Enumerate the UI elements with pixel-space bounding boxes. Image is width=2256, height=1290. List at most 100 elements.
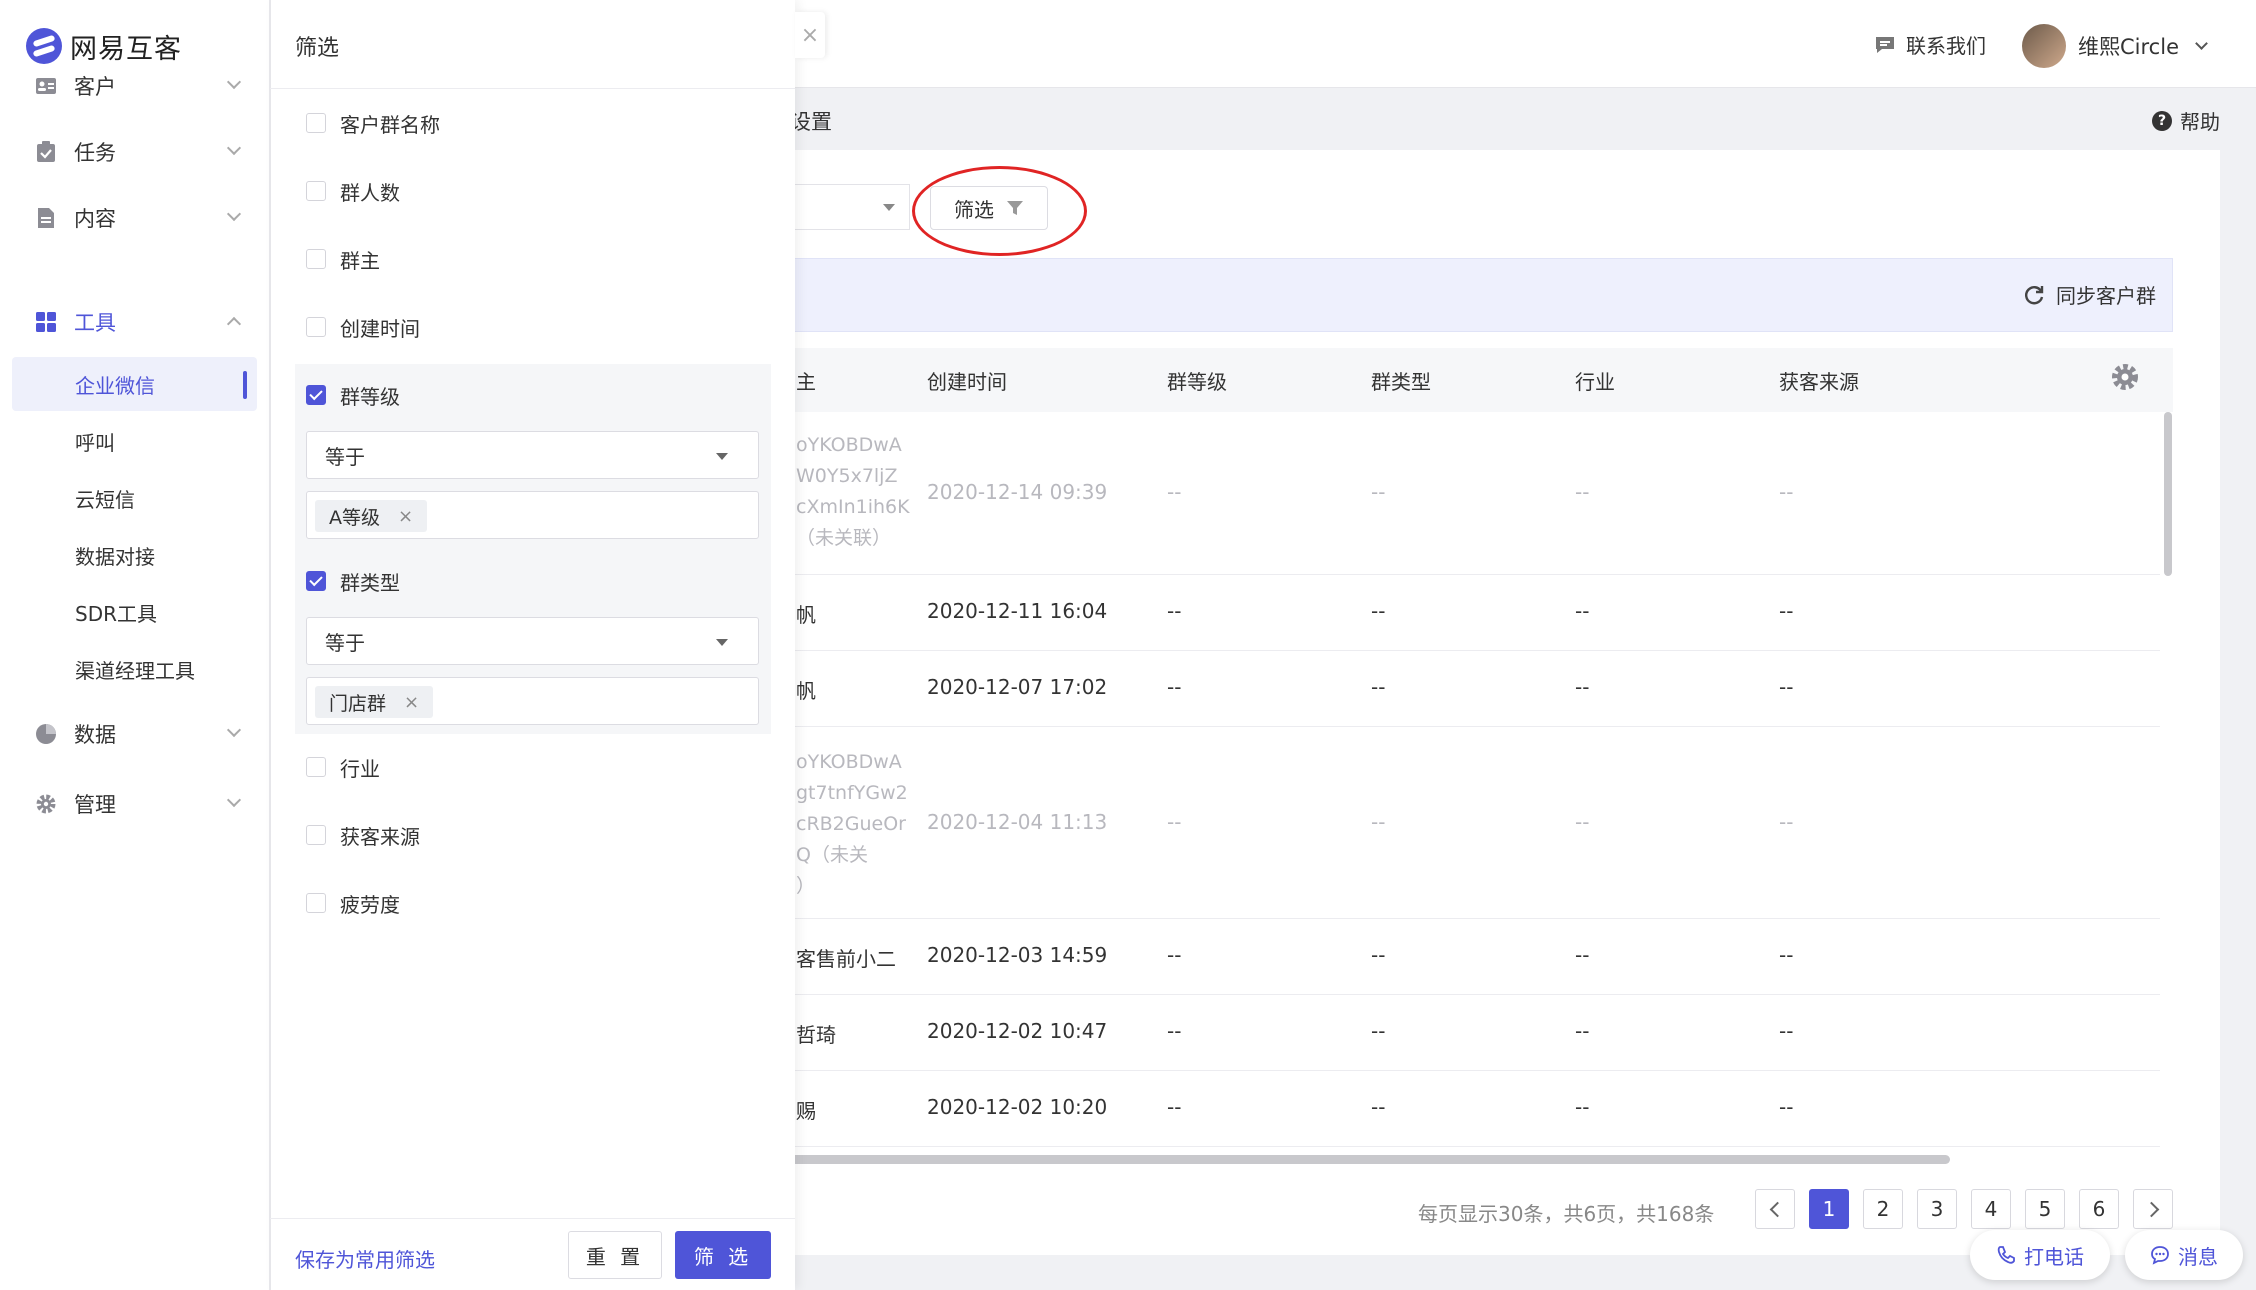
page-button-1[interactable]: 1 [1809, 1189, 1849, 1229]
user-menu[interactable]: 维熙Circle [2022, 24, 2208, 68]
close-drawer-button[interactable]: × [795, 12, 825, 58]
level-cell: -- [1167, 810, 1182, 834]
filter-option-source[interactable]: 获客来源 [306, 820, 420, 850]
checkbox[interactable] [306, 113, 326, 133]
help-link[interactable]: ? 帮助 [2152, 106, 2220, 135]
page-button-2[interactable]: 2 [1863, 1189, 1903, 1229]
next-page-button[interactable] [2133, 1189, 2173, 1229]
contact-label: 联系我们 [1906, 34, 1986, 58]
apply-filter-button[interactable]: 筛 选 [675, 1231, 771, 1279]
checkbox[interactable] [306, 181, 326, 201]
owner-cell: 客售前小二 [796, 947, 896, 971]
call-button[interactable]: 打电话 [1970, 1230, 2110, 1280]
filter-option-owner[interactable]: 群主 [306, 244, 380, 274]
type-value-input[interactable]: 门店群 × [306, 677, 759, 725]
sidebar-item-sdr[interactable]: SDR工具 [12, 585, 257, 639]
chevron-down-icon [226, 792, 242, 808]
type-cell: -- [1371, 1019, 1386, 1043]
level-value-input[interactable]: A等级 × [306, 491, 759, 539]
filter-option-industry[interactable]: 行业 [306, 752, 380, 782]
col-industry: 行业 [1575, 370, 1615, 394]
divider [270, 88, 795, 89]
table-row[interactable]: 帆 2020-12-07 17:02 -- -- -- -- [740, 651, 2160, 727]
message-button[interactable]: 消息 [2125, 1230, 2243, 1280]
contact-us-link[interactable]: 联系我们 [1874, 30, 1986, 59]
checkbox[interactable] [306, 825, 326, 845]
nav-item-label: 数据 [74, 723, 116, 747]
nav-item-content[interactable]: 内容 [12, 191, 257, 245]
page-button-3[interactable]: 3 [1917, 1189, 1957, 1229]
checkbox[interactable] [306, 757, 326, 777]
nav-item-manage[interactable]: 管理 [12, 777, 257, 831]
save-filter-link[interactable]: 保存为常用筛选 [295, 1244, 435, 1273]
level-cell: -- [1167, 599, 1182, 623]
table-row[interactable]: 哲琦 2020-12-02 10:47 -- -- -- -- [740, 995, 2160, 1071]
close-icon: × [800, 22, 820, 48]
reset-button[interactable]: 重 置 [568, 1231, 662, 1279]
call-label: 打电话 [2024, 1244, 2084, 1269]
filter-option-label: 获客来源 [340, 824, 420, 849]
pie-chart-icon [34, 722, 58, 746]
source-cell: -- [1779, 599, 1794, 623]
filter-option-group-type[interactable]: 群类型 [306, 566, 400, 596]
col-created[interactable]: 创建时间 [927, 366, 1007, 395]
nav-item-tools[interactable]: 工具 [12, 295, 257, 349]
tag-remove-icon[interactable]: × [404, 692, 419, 713]
filter-option-group-level[interactable]: 群等级 [306, 380, 400, 410]
pagination-info: 每页显示30条，共6页，共168条 [1418, 1202, 1715, 1226]
nav-item-label: 客户 [74, 75, 116, 99]
type-operator-select[interactable]: 等于 [306, 617, 759, 665]
sidebar-item-data-connect[interactable]: 数据对接 [12, 528, 257, 582]
prev-page-button[interactable] [1755, 1189, 1795, 1229]
type-cell: -- [1371, 810, 1386, 834]
industry-cell: -- [1575, 943, 1590, 967]
user-name: 维熙Circle [2078, 35, 2179, 59]
table-row[interactable]: 赐 2020-12-02 10:20 -- -- -- -- [740, 1071, 2160, 1147]
filter-option-group-name[interactable]: 客户群名称 [306, 108, 440, 138]
vertical-scrollbar[interactable] [2164, 412, 2172, 576]
sidebar-item-wecom[interactable]: 企业微信 [12, 357, 257, 411]
table-row[interactable]: oYKOBDwA gt7tnfYGw2 cRB2GueOr Q（未关 ） 202… [740, 727, 2160, 919]
filter-option-fatigue[interactable]: 疲劳度 [306, 888, 400, 918]
table-row[interactable]: oYKOBDwA W0Y5x7ljZ cXmIn1ih6K （未关联） 2020… [740, 412, 2160, 575]
chevron-right-icon [2143, 1201, 2159, 1217]
nav-item-task[interactable]: 任务 [12, 125, 257, 179]
checkbox[interactable] [306, 893, 326, 913]
checkbox[interactable] [306, 249, 326, 269]
tag-remove-icon[interactable]: × [398, 506, 413, 527]
nav-item-label: 工具 [74, 311, 116, 335]
contact-card-icon [34, 74, 58, 98]
filter-option-created-time[interactable]: 创建时间 [306, 312, 420, 342]
table-row[interactable]: 客售前小二 2020-12-03 14:59 -- -- -- -- [740, 919, 2160, 995]
owner-cell: 帆 [796, 679, 816, 703]
filter-option-label: 群类型 [340, 570, 400, 595]
type-cell: -- [1371, 1095, 1386, 1119]
sidebar-item-call[interactable]: 呼叫 [12, 414, 257, 468]
page-button-4[interactable]: 4 [1971, 1189, 2011, 1229]
checkbox-checked[interactable] [306, 385, 326, 405]
nav-item-customer[interactable]: 客户 [12, 59, 257, 113]
table-row[interactable]: 帆 2020-12-11 16:04 -- -- -- -- [740, 575, 2160, 651]
checkbox[interactable] [306, 317, 326, 337]
sidebar-item-channel-manager[interactable]: 渠道经理工具 [12, 642, 257, 696]
refresh-icon [2025, 285, 2044, 304]
owner-cell: 哲琦 [796, 1023, 836, 1047]
level-operator-select[interactable]: 等于 [306, 431, 759, 479]
nav-item-data[interactable]: 数据 [12, 707, 257, 761]
value-tag: A等级 × [315, 500, 428, 532]
filter-option-label: 群人数 [340, 180, 400, 205]
checkbox-checked[interactable] [306, 571, 326, 591]
sync-groups-button[interactable]: 同步客户群 [2022, 280, 2156, 309]
type-cell: -- [1371, 480, 1386, 504]
operator-value: 等于 [325, 444, 365, 469]
message-bubble-icon [2151, 1246, 2169, 1265]
industry-cell: -- [1575, 810, 1590, 834]
filter-option-member-count[interactable]: 群人数 [306, 176, 400, 206]
sidebar-item-sms[interactable]: 云短信 [12, 471, 257, 525]
page-button-5[interactable]: 5 [2025, 1189, 2065, 1229]
horizontal-scrollbar[interactable] [780, 1155, 1950, 1164]
column-settings-button[interactable] [2110, 362, 2140, 392]
owner-cell: oYKOBDwA gt7tnfYGw2 cRB2GueOr Q（未关 ） [796, 751, 908, 897]
page-button-6[interactable]: 6 [2079, 1189, 2119, 1229]
level-cell: -- [1167, 480, 1182, 504]
